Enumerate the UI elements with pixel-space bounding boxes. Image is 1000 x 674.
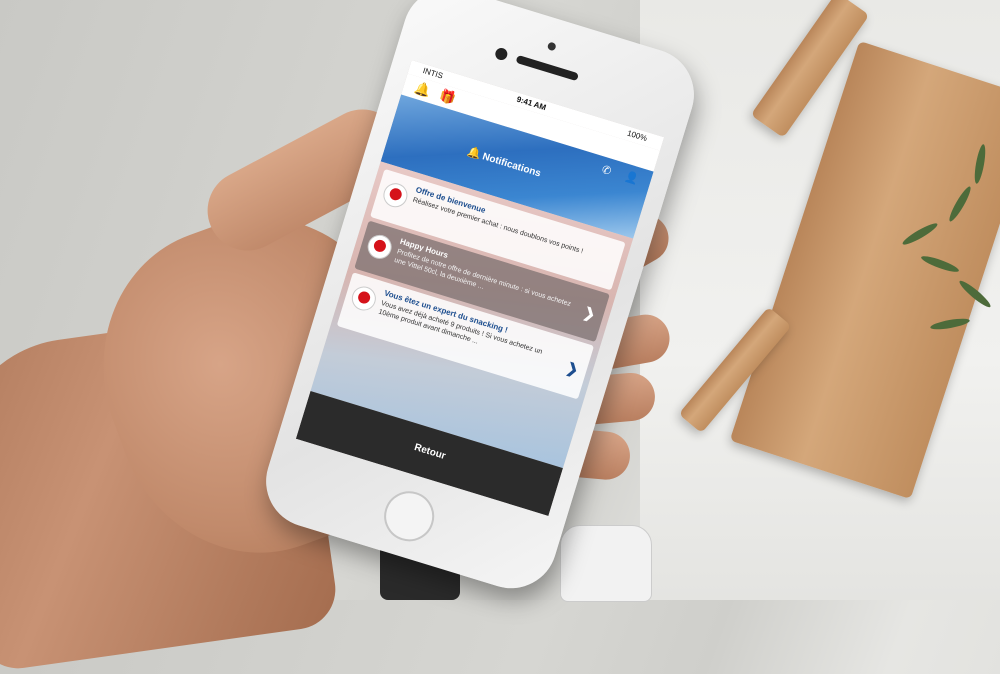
brand-logo (348, 283, 379, 314)
gift-icon[interactable]: 🎁 (436, 86, 458, 108)
earpiece (515, 54, 580, 82)
chevron-right-icon[interactable]: ❯ (581, 304, 598, 324)
phone-icon[interactable]: ✆ (600, 163, 613, 178)
front-sensor (546, 41, 557, 52)
bell-icon[interactable]: 🔔 (411, 78, 433, 100)
sneaker-right (560, 525, 652, 602)
brand-logo (380, 180, 411, 211)
brand-logo (364, 231, 395, 262)
smartphone: INTIS 9:41 AM 100% 🔔 🎁 🔔 Notifications ✆… (254, 0, 706, 600)
user-icon[interactable]: 👤 (623, 170, 640, 186)
home-button[interactable] (377, 485, 441, 548)
chevron-right-icon[interactable]: ❯ (564, 359, 581, 379)
front-camera (493, 46, 509, 62)
page-title: Notifications (480, 151, 543, 180)
bell-icon: 🔔 (465, 145, 483, 162)
